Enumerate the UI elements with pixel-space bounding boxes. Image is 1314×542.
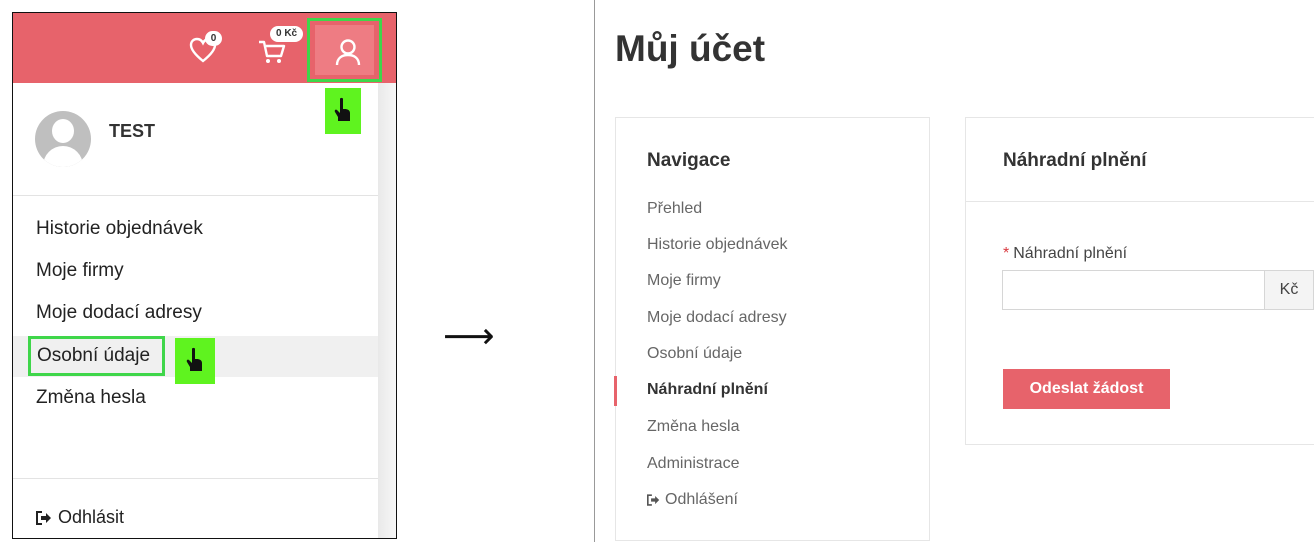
logout-icon [36,510,51,525]
transition-arrow: ⟶ [443,315,495,356]
avatar [35,111,91,167]
nav-item-delivery-addresses[interactable]: Moje dodací adresy [647,309,787,327]
nav-item-substitute-performance[interactable]: Náhradní plnění [647,381,768,399]
amount-field-label: * Náhradní plnění [1003,245,1127,263]
dropdown-screenshot-panel: 0 0 Kč TEST Historie objednávek Moje fir… [12,12,397,539]
menu-item-change-password[interactable]: Změna hesla [36,387,146,409]
dropdown-shadow [378,83,396,538]
user-icon [335,39,361,66]
account-navigation: Navigace Přehled Historie objednávek Moj… [614,117,930,541]
nav-item-personal-data[interactable]: Osobní údaje [647,345,742,363]
account-dropdown: TEST Historie objednávek Moje firmy Moje… [13,83,378,538]
divider [13,195,378,196]
user-name: TEST [109,121,156,141]
nav-item-order-history[interactable]: Historie objednávek [647,236,788,254]
amount-input[interactable] [1002,270,1264,310]
nav-item-overview[interactable]: Přehled [647,200,702,218]
page-title: Můj účet [615,28,766,69]
active-nav-indicator [614,376,617,406]
menu-item-delivery-addresses[interactable]: Moje dodací adresy [36,302,202,324]
submit-request-button[interactable]: Odeslat žádost [1003,369,1170,409]
menu-item-my-companies[interactable]: Moje firmy [36,260,124,282]
logout-icon [647,494,660,506]
account-button-bg [315,25,374,75]
highlight-box [28,336,165,376]
card-header: Náhradní plnění [966,118,1314,202]
hand-cursor-icon [175,338,215,384]
cart-total-badge: 0 Kč [270,26,304,42]
header-bar: 0 0 Kč [13,13,396,83]
menu-item-order-history[interactable]: Historie objednávek [36,218,203,240]
divider [13,478,378,479]
nav-item-administration[interactable]: Administrace [647,455,739,473]
substitute-performance-card: Náhradní plnění * Náhradní plnění Kč Odes… [965,117,1314,445]
nav-item-change-password[interactable]: Změna hesla [647,418,740,436]
logout-link[interactable]: Odhlásit [36,507,124,528]
nav-heading: Navigace [647,150,731,171]
logout-label: Odhlásit [58,507,125,527]
account-button[interactable] [307,18,382,82]
card-title: Náhradní plnění [1003,150,1147,171]
wishlist-count-badge: 0 [205,31,222,46]
hand-cursor-icon [325,88,361,134]
required-mark: * [1003,245,1010,262]
nav-logout-label: Odhlášení [665,491,738,508]
currency-addon: Kč [1264,270,1314,310]
nav-item-my-companies[interactable]: Moje firmy [647,272,721,290]
nav-item-logout[interactable]: Odhlášení [647,491,738,509]
amount-field-label-text: Náhradní plnění [1013,245,1128,262]
account-page-panel: Můj účet Navigace Přehled Historie objed… [594,0,1314,542]
